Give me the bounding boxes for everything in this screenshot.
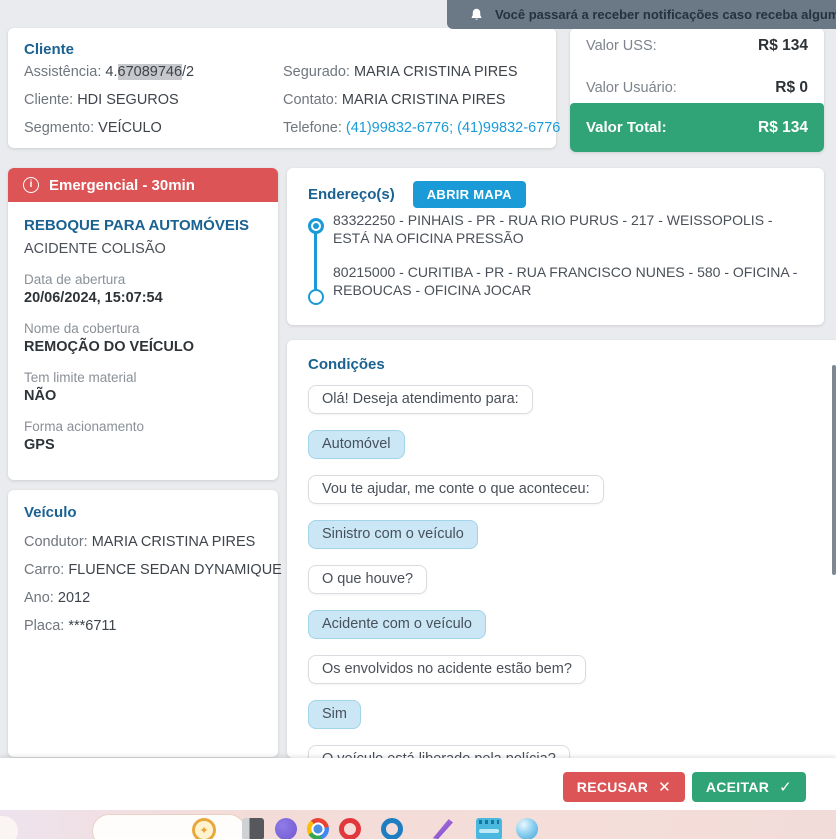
- blue-sphere-app-icon[interactable]: [516, 818, 538, 839]
- chat-bubble: O veículo está liberado pela polícia?: [308, 745, 570, 758]
- value-uss: R$ 134: [758, 37, 808, 54]
- check-icon: ✓: [779, 778, 792, 796]
- bell-icon: [469, 7, 484, 23]
- plate-row: Placa: ***6711: [24, 618, 117, 634]
- service-fields: Data de abertura 20/06/2024, 15:07:54 No…: [24, 272, 262, 453]
- value-total: R$ 134: [758, 118, 808, 136]
- star-badge-icon[interactable]: [192, 818, 216, 839]
- chat-bubble: Os envolvidos no acidente estão bem?: [308, 655, 586, 684]
- segment-row: Segmento: VEÍCULO: [24, 120, 162, 136]
- emergency-banner: i Emergencial - 30min: [8, 168, 278, 202]
- chat-bubble: Vou te ajudar, me conte o que aconteceu:: [308, 475, 604, 504]
- insured-row: Segurado: MARIA CRISTINA PIRES: [283, 64, 518, 80]
- phone-row: Telefone: (41)99832-6776; (41)99832-6776: [283, 120, 561, 136]
- footer-action-bar: RECUSAR ✕ ACEITAR ✓: [0, 758, 836, 810]
- notification-toast[interactable]: Você passará a receber notificações caso…: [447, 0, 836, 29]
- chat-bubble: Sinistro com o veículo: [308, 520, 478, 549]
- client-name-row: Cliente: HDI SEGUROS: [24, 92, 179, 108]
- destination-marker-icon: [308, 289, 324, 305]
- chrome-icon[interactable]: [307, 818, 329, 839]
- chat-bubble: Olá! Deseja atendimento para:: [308, 385, 533, 414]
- accept-button[interactable]: ACEITAR ✓: [691, 772, 806, 802]
- conditions-card: Condições Olá! Deseja atendimento para: …: [287, 340, 836, 758]
- value-total-banner: Valor Total: R$ 134: [570, 103, 824, 152]
- assistance-number-row: Assistência: 4.67089746/2: [24, 64, 195, 80]
- assistance-number-highlight: 67089746: [117, 64, 183, 80]
- chat-bubble: Acidente com o veículo: [308, 610, 486, 639]
- value-uss-row: Valor USS: R$ 134: [586, 37, 808, 54]
- car-row: Carro: FLUENCE SEDAN DYNAMIQUE: [24, 562, 282, 578]
- origin-address: 83322250 - PINHAIS - PR - RUA RIO PURUS …: [333, 212, 773, 246]
- reject-button[interactable]: RECUSAR ✕: [562, 772, 685, 802]
- contact-row: Contato: MARIA CRISTINA PIRES: [283, 92, 506, 108]
- driver-row: Condutor: MARIA CRISTINA PIRES: [24, 534, 256, 550]
- client-card: Cliente Assistência: 4.67089746/2 Client…: [8, 28, 560, 148]
- route-line: [314, 233, 317, 290]
- open-map-button[interactable]: ABRIR MAPA: [412, 181, 526, 208]
- teal-terminal-app-icon[interactable]: [476, 818, 502, 839]
- close-icon: ✕: [658, 778, 671, 796]
- conditions-scrollbar[interactable]: [832, 365, 836, 575]
- origin-marker-icon: [308, 218, 324, 234]
- service-card: i Emergencial - 30min REBOQUE PARA AUTOM…: [8, 168, 278, 480]
- year-row: Ano: 2012: [24, 590, 91, 606]
- values-card: Valor USS: R$ 134 Valor Usuário: R$ 0 Va…: [570, 28, 824, 152]
- service-name: REBOQUE PARA AUTOMÓVEIS: [24, 217, 250, 234]
- service-field: Data de abertura 20/06/2024, 15:07:54: [24, 272, 163, 306]
- vehicle-card-title: Veículo: [24, 504, 77, 521]
- addresses-title: Endereço(s): [308, 186, 395, 203]
- assistance-number: 4.67089746/2: [105, 64, 195, 80]
- chat-bubble: O que houve?: [308, 565, 428, 594]
- vehicle-card: Veículo Condutor: MARIA CRISTINA PIRES C…: [8, 490, 282, 757]
- purple-swoosh-app-icon[interactable]: [432, 819, 453, 839]
- service-type: ACIDENTE COLISÃO: [24, 241, 166, 257]
- conditions-title: Condições: [308, 356, 385, 373]
- service-field: Tem limite material NÃO: [24, 370, 137, 404]
- addresses-card: Endereço(s) ABRIR MAPA 83322250 - PINHAI…: [287, 168, 824, 325]
- dark-app-icon[interactable]: [242, 818, 264, 839]
- chat-bubble: Sim: [308, 700, 361, 729]
- destination-address: 80215000 - CURITIBA - PR - RUA FRANCISCO…: [333, 264, 798, 298]
- client-card-title: Cliente: [24, 41, 75, 58]
- taskbar: [0, 810, 836, 839]
- service-field: Nome da cobertura REMOÇÃO DO VEÍCULO: [24, 321, 194, 355]
- chat-bubble: Automóvel: [308, 430, 405, 459]
- info-icon: i: [23, 177, 39, 193]
- emergency-banner-label: Emergencial - 30min: [49, 176, 195, 194]
- taskbar-left-pill[interactable]: [0, 816, 18, 839]
- phone-link[interactable]: (41)99832-6776; (41)99832-6776: [346, 120, 560, 136]
- value-user-row: Valor Usuário: R$ 0: [586, 79, 808, 96]
- purple-app-icon[interactable]: [275, 818, 297, 839]
- value-user: R$ 0: [775, 79, 808, 96]
- conditions-chat: Olá! Deseja atendimento para: Automóvel …: [308, 385, 836, 758]
- notification-text: Você passará a receber notificações caso…: [495, 7, 836, 22]
- red-ring-app-icon[interactable]: [339, 818, 361, 839]
- taskbar-search-widget[interactable]: [93, 815, 245, 839]
- service-field: Forma acionamento GPS: [24, 419, 145, 453]
- blue-ring-app-icon[interactable]: [381, 818, 403, 839]
